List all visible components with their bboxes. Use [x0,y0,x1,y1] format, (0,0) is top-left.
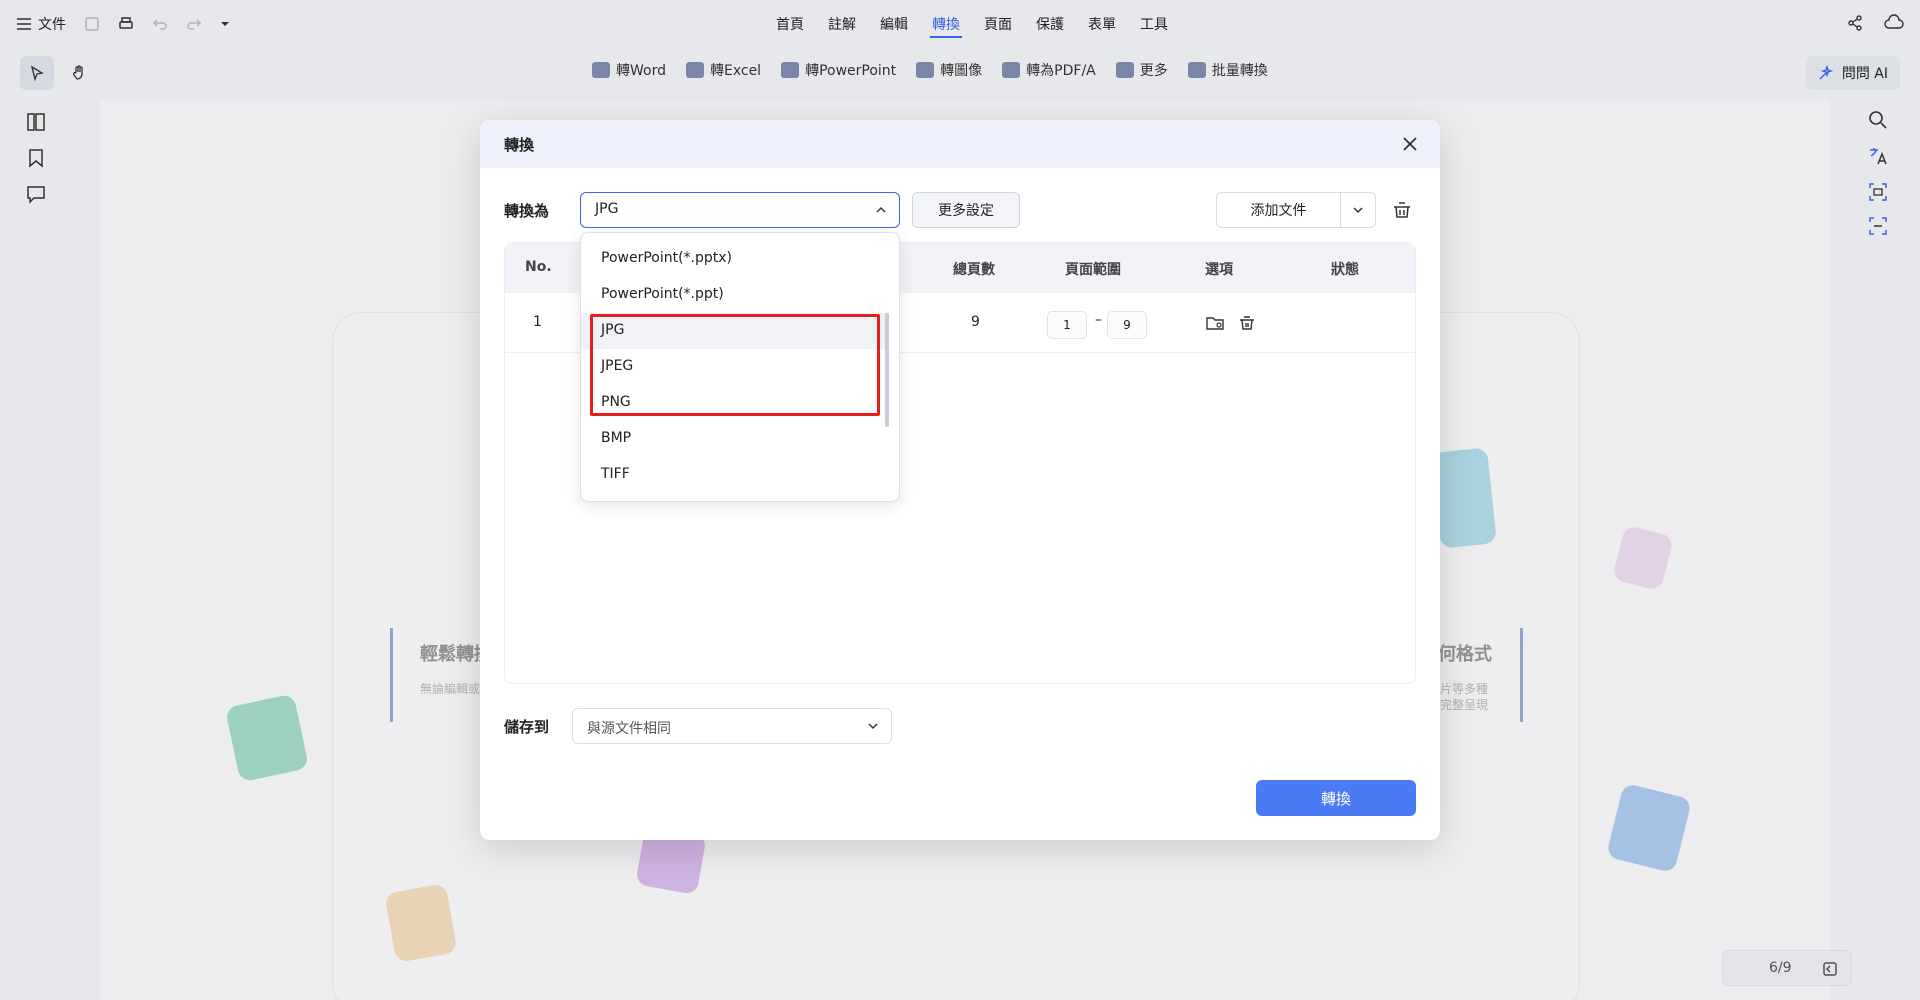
folder-settings-icon[interactable] [1205,313,1225,333]
column-header-status: 狀態 [1331,262,1359,278]
chevron-up-icon [876,206,886,213]
format-option-tiff[interactable]: TIFF [581,457,889,493]
row-number: 1 [533,314,542,330]
format-option-ppt[interactable]: PowerPoint(*.ppt) [581,277,889,313]
range-from-input[interactable]: 1 [1047,311,1087,339]
save-location-value: 與源文件相同 [587,721,671,737]
chevron-down-icon [868,723,878,730]
format-option-pptx[interactable]: PowerPoint(*.pptx) [581,241,889,277]
dialog-title: 轉換 [504,136,535,154]
format-option-jpeg[interactable]: JPEG [581,349,889,385]
delete-icon[interactable] [1237,313,1257,333]
column-header-page-range: 頁面範圍 [1065,262,1121,278]
close-icon[interactable] [1400,134,1420,154]
format-option-bmp[interactable]: BMP [581,421,889,457]
row-total-pages: 9 [971,314,980,330]
add-file-split-button: 添加文件 [1216,192,1376,228]
chevron-down-icon [1353,207,1363,214]
add-file-dropdown[interactable] [1341,193,1375,227]
range-to-input[interactable]: 9 [1107,311,1147,339]
format-option-jpg[interactable]: JPG [581,313,889,349]
clear-all-icon[interactable] [1390,198,1414,222]
format-option-png[interactable]: PNG [581,385,889,421]
save-to-label: 儲存到 [504,718,550,736]
convert-to-label: 轉換為 [504,202,550,220]
convert-button[interactable]: 轉換 [1256,780,1416,816]
format-dropdown-list: PowerPoint(*.pptx) PowerPoint(*.ppt) JPG… [580,232,900,502]
save-location-select[interactable]: 與源文件相同 [572,708,892,744]
dialog-header: 轉換 [480,120,1440,168]
format-select-value: JPG [595,201,619,217]
column-header-no: No. [525,259,552,275]
column-header-options: 選項 [1205,262,1233,278]
format-select[interactable]: JPG [580,192,900,228]
range-separator: – [1095,312,1102,328]
dropdown-scrollbar[interactable] [885,313,889,427]
add-file-button[interactable]: 添加文件 [1217,193,1341,227]
column-header-total-pages: 總頁數 [953,262,995,278]
more-settings-button[interactable]: 更多設定 [912,192,1020,228]
